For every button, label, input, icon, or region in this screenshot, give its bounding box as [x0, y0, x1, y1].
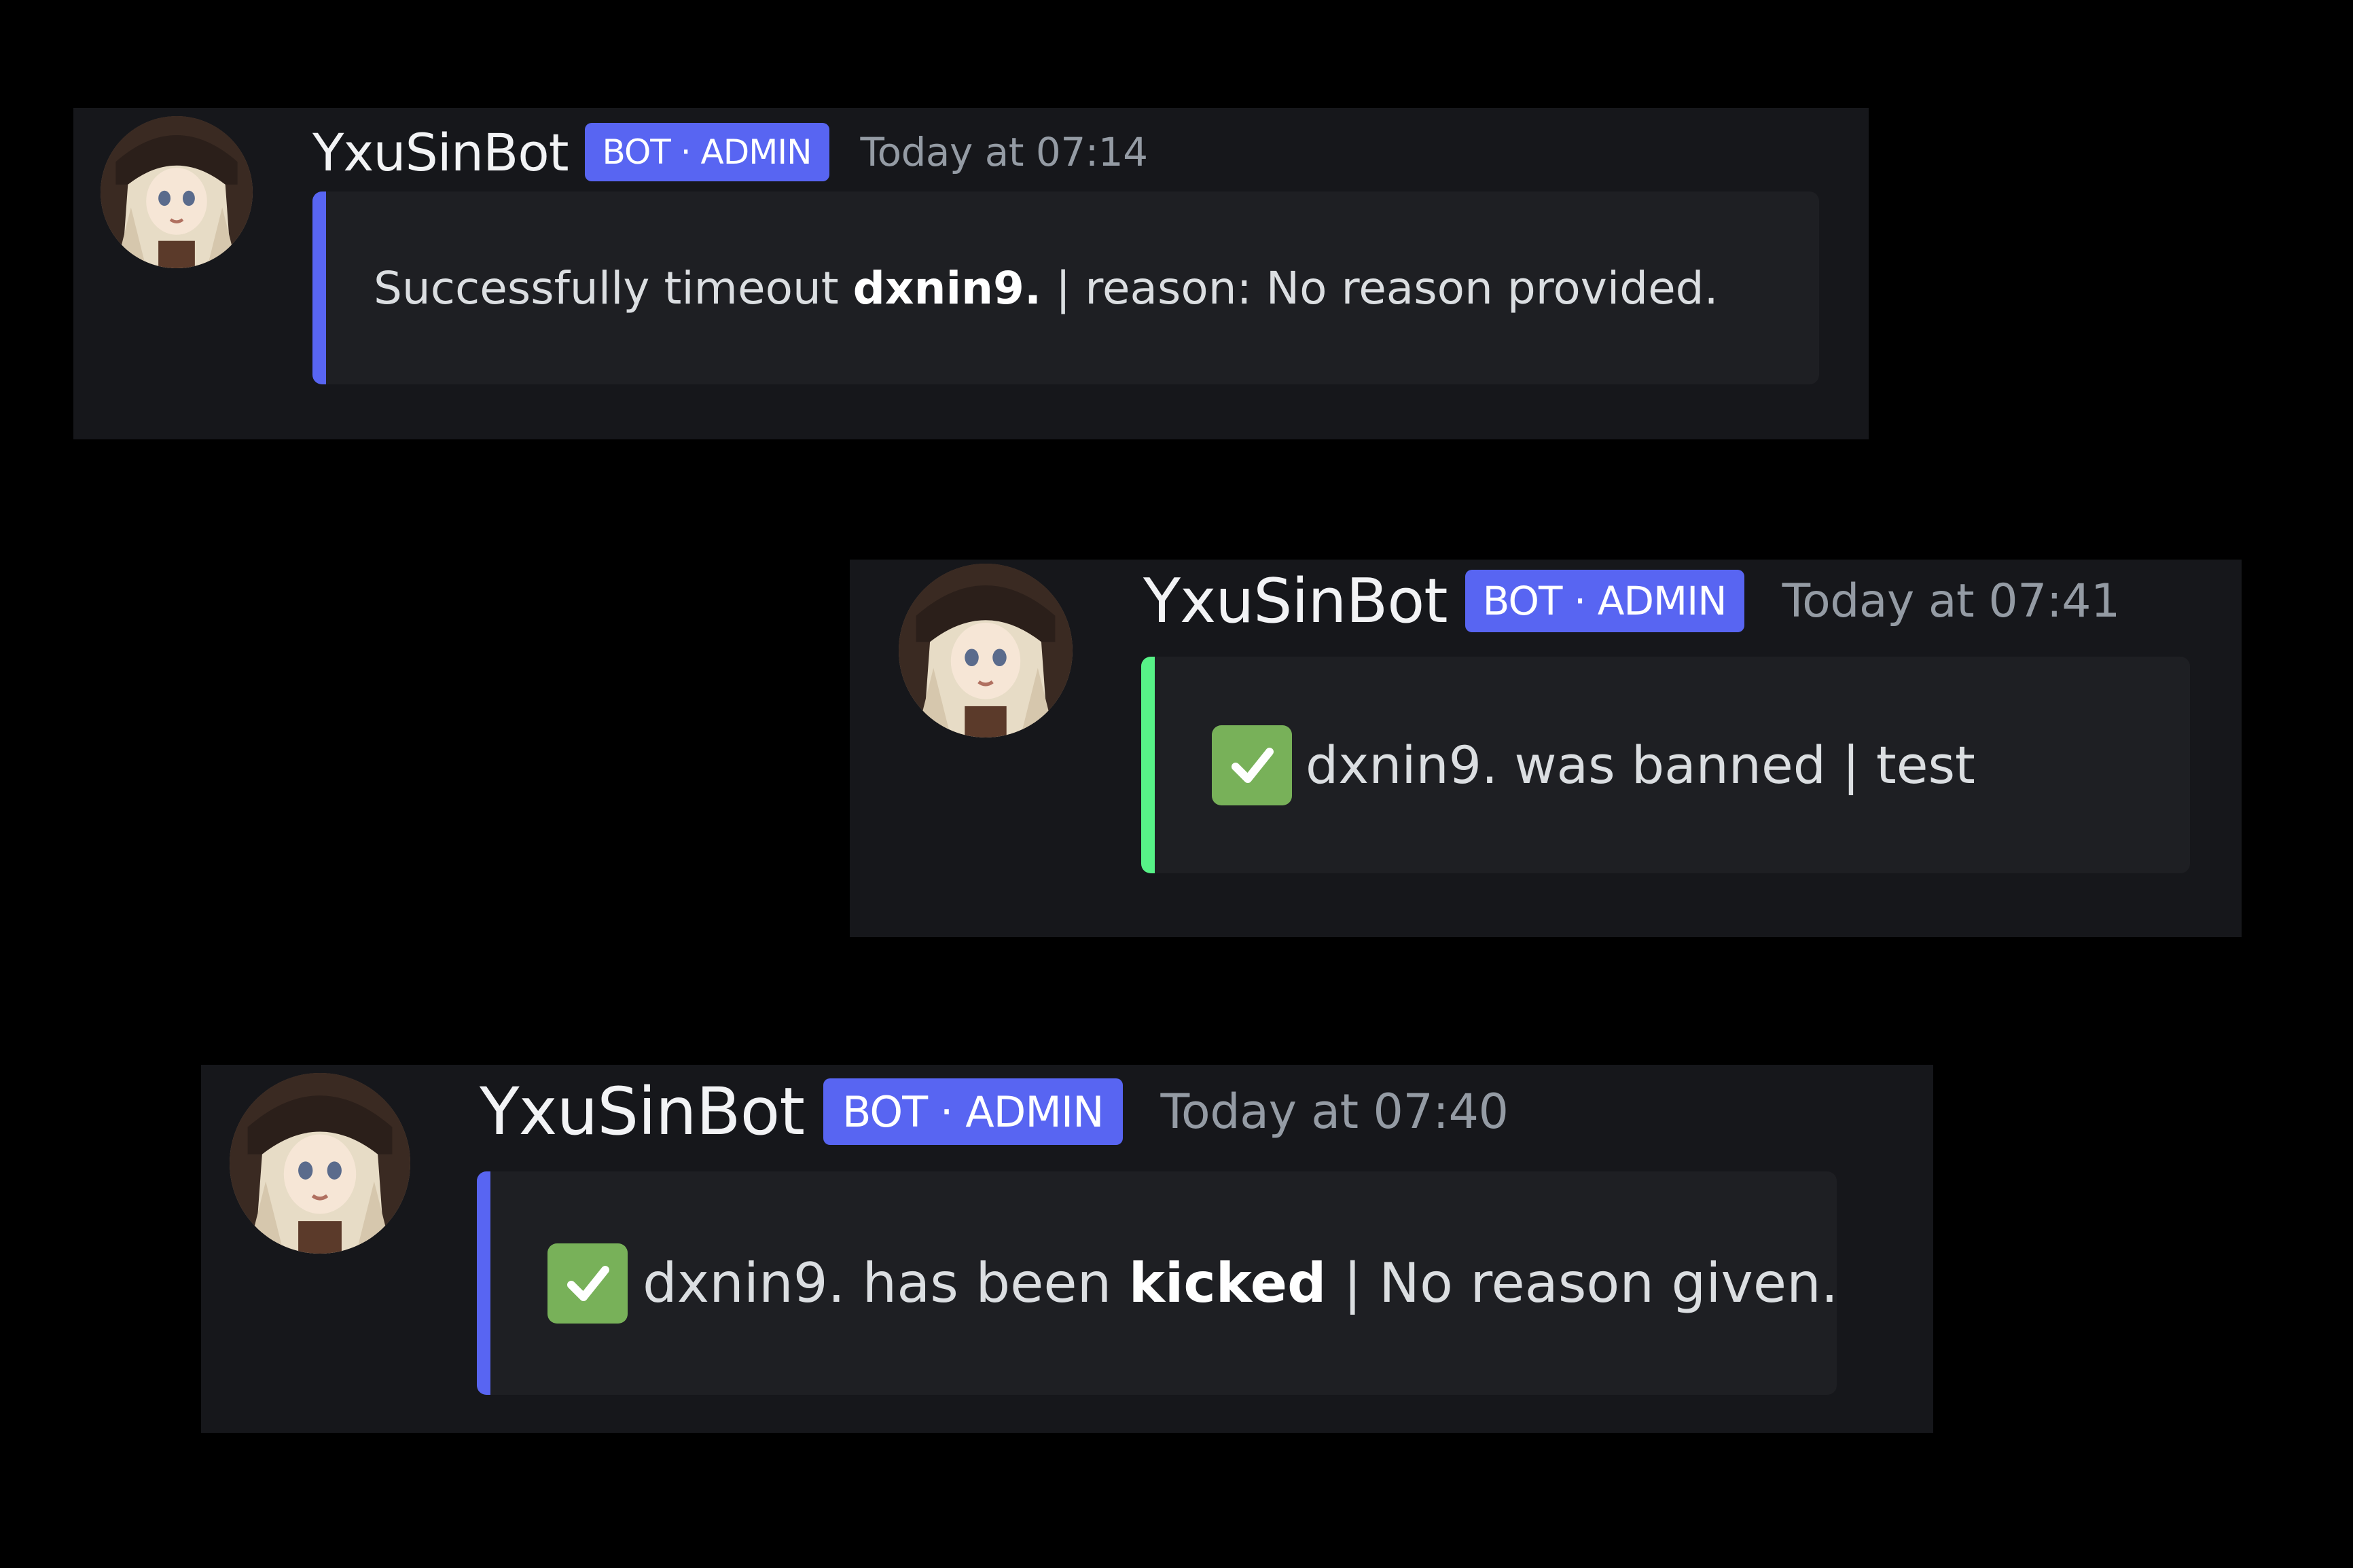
avatar-image	[899, 564, 1073, 737]
embed-description: Successfully timeout dxnin9. | reason: N…	[374, 192, 1719, 384]
bot-admin-badge: BOT · ADMIN	[584, 123, 829, 181]
bot-message-ban: YxuSinBot BOT · ADMIN Today at 07:41 dxn…	[850, 560, 2242, 937]
embed-description: dxnin9. has been kicked | No reason give…	[547, 1171, 1837, 1395]
embed-text-part: | reason: No reason provided.	[1041, 261, 1719, 314]
embed-color-bar	[477, 1171, 490, 1395]
avatar-image	[101, 116, 253, 268]
embed-description: dxnin9. was banned | test	[1212, 657, 1975, 873]
embed-text-part: | No reason given.	[1326, 1252, 1837, 1315]
message-header: YxuSinBot BOT · ADMIN Today at 07:40	[480, 1074, 1509, 1150]
embed-color-bar	[312, 192, 326, 384]
bot-admin-badge: BOT · ADMIN	[1465, 570, 1744, 632]
embed-color-bar	[1141, 657, 1155, 873]
embed-text-part: dxnin9. was banned | test	[1306, 735, 1975, 795]
bot-message-kick: YxuSinBot BOT · ADMIN Today at 07:40 dxn…	[201, 1065, 1933, 1433]
white-check-mark-icon	[1212, 725, 1292, 805]
avatar-image	[230, 1073, 410, 1254]
author-name[interactable]: YxuSinBot	[312, 122, 569, 183]
message-timestamp[interactable]: Today at 07:40	[1161, 1084, 1509, 1139]
embed-text-bold: kicked	[1128, 1252, 1327, 1315]
embed-text-bold: dxnin9.	[852, 261, 1042, 314]
bot-avatar[interactable]	[899, 564, 1073, 737]
author-name[interactable]: YxuSinBot	[1143, 566, 1448, 637]
author-name[interactable]: YxuSinBot	[480, 1074, 805, 1150]
embed-text-part: dxnin9. has been	[643, 1252, 1129, 1315]
message-timestamp[interactable]: Today at 07:41	[1782, 575, 2121, 628]
bot-admin-badge: BOT · ADMIN	[823, 1078, 1123, 1145]
bot-avatar[interactable]	[230, 1073, 410, 1254]
embed-text-part: Successfully timeout	[374, 261, 853, 314]
message-timestamp[interactable]: Today at 07:14	[861, 129, 1149, 175]
embed: dxnin9. was banned | test	[1141, 657, 2190, 873]
message-header: YxuSinBot BOT · ADMIN Today at 07:41	[1143, 564, 2120, 638]
embed: dxnin9. has been kicked | No reason give…	[477, 1171, 1837, 1395]
bot-avatar[interactable]	[101, 116, 253, 268]
message-header: YxuSinBot BOT · ADMIN Today at 07:14	[312, 115, 1148, 189]
embed: Successfully timeout dxnin9. | reason: N…	[312, 192, 1819, 384]
white-check-mark-icon	[547, 1243, 628, 1324]
bot-message-timeout: YxuSinBot BOT · ADMIN Today at 07:14 Suc…	[73, 108, 1869, 439]
